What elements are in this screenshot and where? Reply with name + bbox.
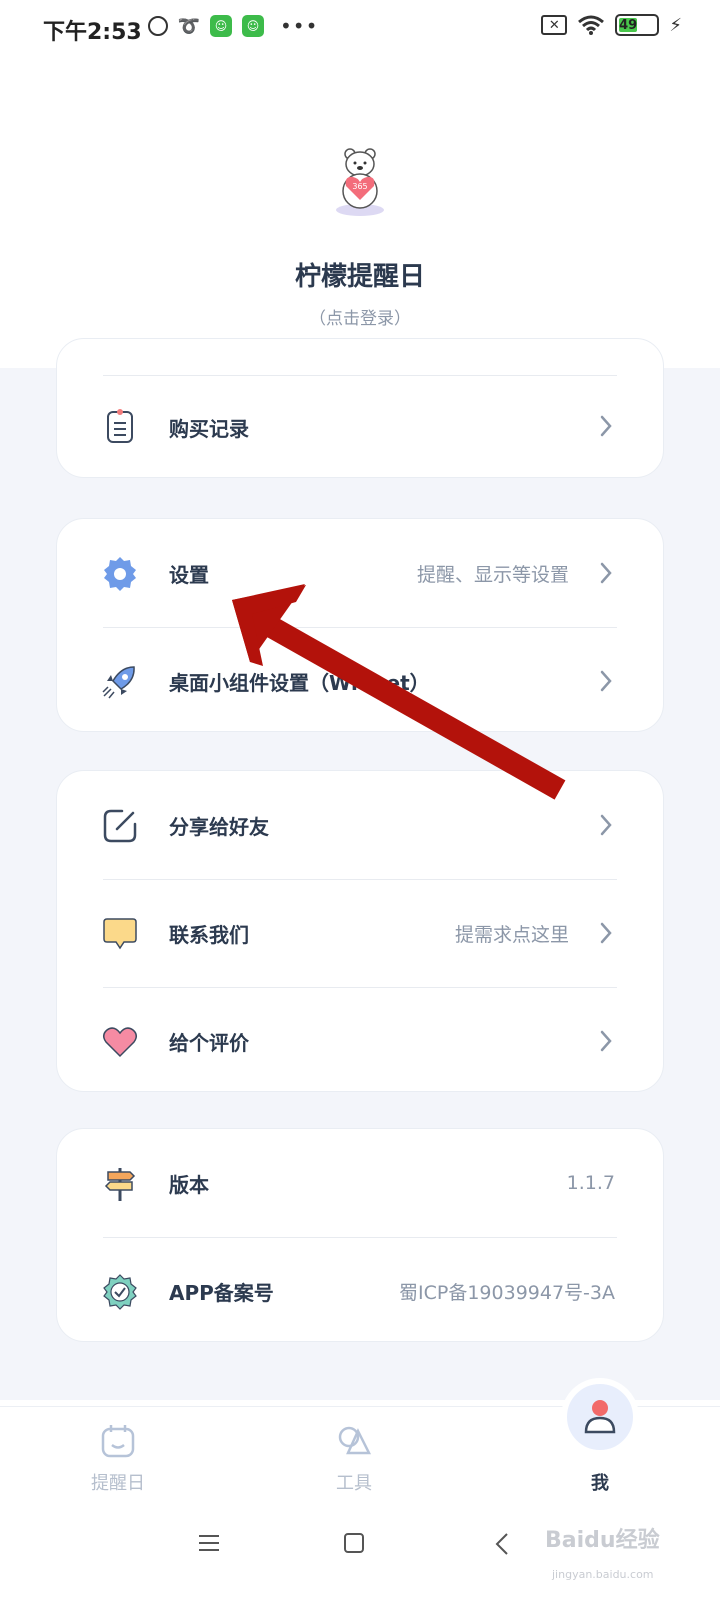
settings-list: 购买记录 设置 提醒、显示等设置 桌面小组件设置（Widget） 分享给好友 联…: [0, 338, 720, 1400]
watermark-sub: jingyan.baidu.com: [552, 1568, 654, 1581]
card-purchases: 购买记录: [56, 338, 664, 478]
home-icon[interactable]: [343, 1532, 365, 1554]
profile-header[interactable]: 365 柠檬提醒日 （点击登录）: [0, 58, 720, 368]
row-label: 联系我们: [169, 922, 249, 947]
settings-row[interactable]: 设置 提醒、显示等设置: [57, 519, 663, 627]
notification-icons: ➰ ☺ ☺ •••: [148, 14, 318, 38]
bear-mascot-icon: 365: [336, 148, 384, 216]
watermark: Baidu经验: [545, 1528, 660, 1553]
card-about: 版本 1.1.7 APP备案号 蜀ICP备19039947号-3A: [56, 1128, 664, 1342]
back-icon[interactable]: [493, 1532, 511, 1556]
row-label: 版本: [169, 1172, 209, 1197]
menu-icon[interactable]: [198, 1532, 220, 1554]
gear-icon: [101, 555, 139, 593]
widget-settings-row[interactable]: 桌面小组件设置（Widget）: [57, 627, 663, 735]
message-icon: [101, 915, 139, 953]
battery-level: 49: [619, 17, 638, 33]
icp-value: 蜀ICP备19039947号-3A: [399, 1281, 615, 1304]
version-row: 版本 1.1.7: [57, 1129, 663, 1237]
status-bar: 下午2:53 ➰ ☺ ☺ ••• ✕ 49 ⚡: [0, 0, 720, 58]
row-label: 桌面小组件设置（Widget）: [169, 670, 430, 695]
active-tab-indicator[interactable]: [561, 1378, 639, 1456]
chevron-right-icon: [600, 1030, 612, 1052]
chevron-right-icon: [600, 814, 612, 836]
signpost-icon: [101, 1165, 139, 1203]
status-time: 下午2:53: [43, 20, 142, 45]
row-value: 提需求点这里: [454, 923, 569, 946]
app-notification-icon-2: ☺: [242, 15, 264, 37]
user-icon: [584, 1400, 616, 1434]
app-notification-icon: ☺: [210, 15, 232, 37]
verified-badge-icon: [101, 1273, 139, 1311]
chevron-right-icon: [600, 670, 612, 692]
card-social: 分享给好友 联系我们 提需求点这里 给个评价: [56, 770, 664, 1092]
icp-row: APP备案号 蜀ICP备19039947号-3A: [57, 1237, 663, 1345]
purchase-history-row[interactable]: 购买记录: [57, 375, 663, 479]
calendar-icon: [101, 1425, 135, 1458]
row-label: 分享给好友: [169, 814, 269, 839]
tab-label: 工具: [336, 1473, 372, 1494]
tab-tools[interactable]: 工具: [274, 1407, 434, 1517]
row-value: 提醒、显示等设置: [416, 563, 569, 586]
app-swirl-icon: ➰: [177, 15, 201, 37]
system-nav-bar: Baidu经验 jingyan.baidu.com: [0, 1516, 720, 1600]
card-settings: 设置 提醒、显示等设置 桌面小组件设置（Widget）: [56, 518, 664, 732]
chevron-right-icon: [600, 562, 612, 584]
tab-label: 我: [591, 1473, 609, 1494]
share-icon: [101, 807, 139, 845]
contact-row[interactable]: 联系我们 提需求点这里: [57, 879, 663, 987]
battery-icon: 49: [615, 14, 660, 36]
svg-text:365: 365: [352, 182, 367, 191]
login-link[interactable]: （点击登录）: [0, 304, 720, 329]
tools-icon: [338, 1426, 372, 1455]
chevron-right-icon: [600, 415, 612, 437]
no-sim-icon: ✕: [541, 15, 568, 35]
charging-icon: ⚡: [669, 14, 682, 36]
system-icons: ✕ 49 ⚡: [541, 14, 682, 36]
row-label: APP备案号: [169, 1280, 274, 1305]
heart-icon: [101, 1023, 139, 1061]
version-value: 1.1.7: [566, 1172, 615, 1194]
clipboard-icon: [101, 407, 139, 445]
more-notifications-icon: •••: [280, 14, 319, 38]
app-name: 柠檬提醒日: [294, 262, 425, 292]
tab-reminder-day[interactable]: 提醒日: [38, 1407, 198, 1517]
row-label: 购买记录: [169, 416, 249, 441]
row-label: 给个评价: [169, 1030, 249, 1055]
share-row[interactable]: 分享给好友: [57, 771, 663, 879]
rate-row[interactable]: 给个评价: [57, 987, 663, 1095]
wifi-icon: [578, 15, 605, 35]
row-label: 设置: [169, 562, 209, 587]
alarm-icon: [148, 16, 168, 36]
rocket-icon: [101, 663, 139, 701]
chevron-right-icon: [600, 922, 612, 944]
tab-label: 提醒日: [91, 1473, 145, 1494]
